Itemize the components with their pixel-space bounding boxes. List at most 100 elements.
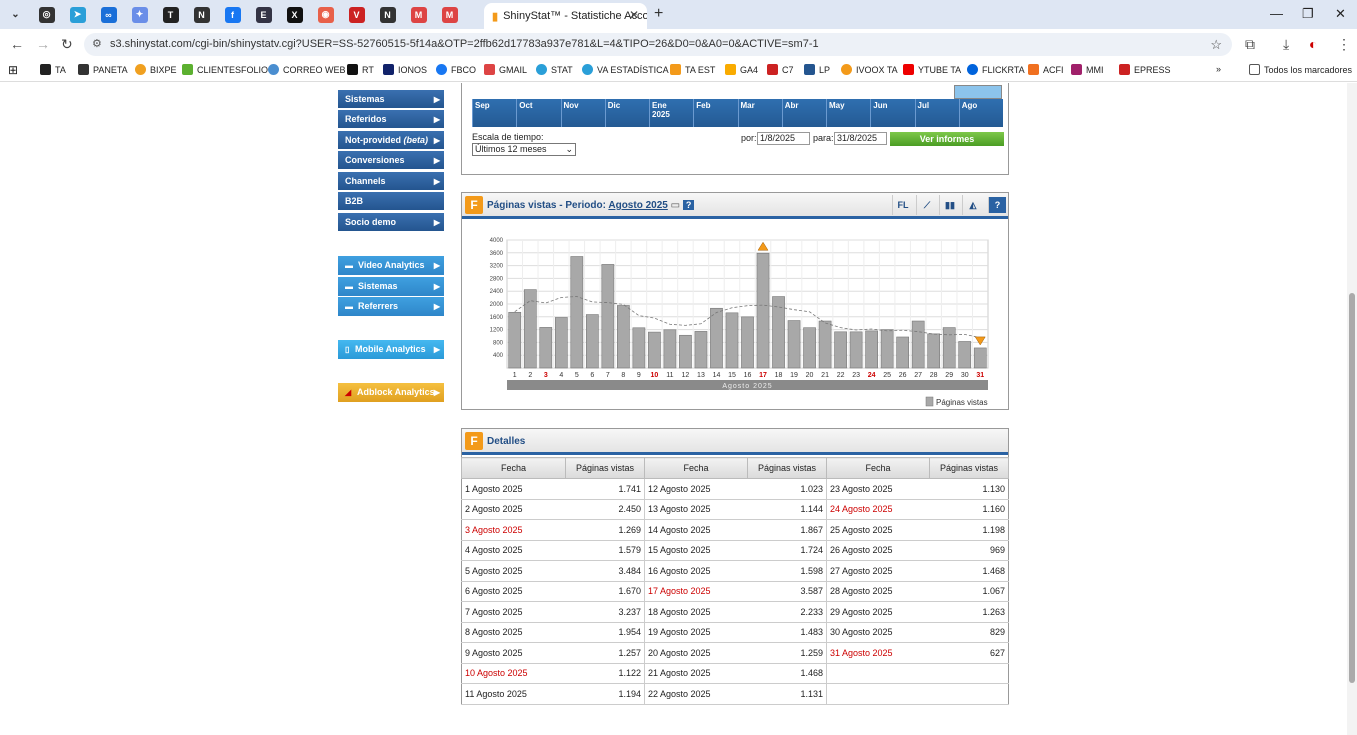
date-to-input[interactable]: 31/8/2025 (834, 132, 887, 145)
scale-select[interactable]: Últimos 12 meses ⌄ (472, 143, 576, 156)
sidebar-item-conversiones[interactable]: Conversiones ▶ (338, 151, 444, 170)
month-abr[interactable]: Abr (781, 99, 826, 127)
more-bookmarks-icon[interactable]: » (1216, 64, 1221, 74)
tab-favicon-telegram[interactable]: ➤ (62, 0, 93, 29)
sidebar-item-video-analytics[interactable]: ▬ Video Analytics ▶ (338, 256, 444, 275)
bookmark-correo-web[interactable]: CORREO WEB (268, 64, 346, 75)
page-scrollbar[interactable] (1347, 83, 1357, 735)
bookmark-acfi[interactable]: ACFI (1028, 64, 1064, 75)
menu-icon[interactable]: ⋮ (1337, 36, 1351, 53)
tab-favicon-1[interactable]: ◎ (31, 0, 62, 29)
bookmark-ga4[interactable]: GA4 (725, 64, 758, 75)
profile-icon[interactable]: ◐ (1309, 36, 1317, 52)
tab-favicon-10[interactable]: ◉ (310, 0, 341, 29)
bookmark-va-estadistica[interactable]: VA ESTADÍSTICA (582, 64, 669, 75)
tab-favicon-gmail-2[interactable]: M (434, 0, 465, 29)
calendar-icon[interactable]: ▭ (671, 200, 680, 211)
extensions-icon[interactable]: ⧉ (1245, 36, 1255, 53)
month-dic[interactable]: Dic (604, 99, 649, 127)
new-tab-icon[interactable]: + (654, 5, 663, 23)
period-link[interactable]: Agosto 2025 (608, 200, 667, 211)
bookmark-rt[interactable]: RT (347, 64, 374, 75)
sidebar-item-referidos[interactable]: Referidos ▶ (338, 110, 444, 129)
download-icon[interactable]: ⤓ (1283, 36, 1289, 53)
area-chart-icon[interactable]: ◭ (962, 195, 983, 215)
bookmark-mmi[interactable]: MMI (1071, 64, 1104, 75)
help-icon[interactable]: ? (682, 200, 695, 210)
month-ene[interactable]: Ene 2025 (649, 99, 693, 127)
sidebar-item-b2b[interactable]: B2B (338, 192, 444, 211)
close-window-icon[interactable]: ✕ (1335, 6, 1346, 22)
minimize-icon[interactable]: — (1270, 6, 1283, 21)
bookmark-ionos[interactable]: IONOS (383, 64, 427, 75)
month-ago[interactable]: Ago (958, 99, 1003, 127)
bookmark-ta-est[interactable]: TA EST (670, 64, 715, 75)
tab-favicon-11[interactable]: V (341, 0, 372, 29)
month-jul[interactable]: Jul (914, 99, 959, 127)
date-cell: 13 Agosto 2025 (644, 499, 748, 520)
month-sep[interactable]: Sep (472, 99, 516, 127)
bookmark-stat[interactable]: STAT (536, 64, 573, 75)
date-cell: 4 Agosto 2025 (461, 540, 566, 561)
bookmark-flickrta[interactable]: FLICKRTA (967, 64, 1025, 75)
all-bookmarks[interactable]: Todos los marcadores (1249, 64, 1352, 75)
close-tab-icon[interactable]: ✕ (629, 8, 639, 22)
tab-favicon-3[interactable]: ∞ (93, 0, 124, 29)
x-tick-label: 26 (899, 372, 907, 379)
tab-favicon-gemini[interactable]: ✦ (124, 0, 155, 29)
date-cell: 22 Agosto 2025 (644, 683, 748, 705)
bookmark-c7[interactable]: C7 (767, 64, 794, 75)
sidebar-item-video-sistemas[interactable]: ▬ Sistemas ▶ (338, 277, 444, 296)
tab-favicon-gmail[interactable]: M (403, 0, 434, 29)
tab-favicon-12[interactable]: N (372, 0, 403, 29)
url-bar[interactable]: ⚙ s3.shinystat.com/cgi-bin/shinystatv.cg… (84, 33, 1232, 56)
month-nov[interactable]: Nov (560, 99, 605, 127)
fl-button[interactable]: FL (892, 195, 913, 215)
month-feb[interactable]: Feb (693, 99, 737, 127)
sidebar-item-adblock-analytics[interactable]: ◢ Adblock Analytics ▶ (338, 383, 444, 402)
bookmark-clientesfolio[interactable]: CLIENTESFOLIO (182, 64, 268, 75)
active-tab[interactable]: ▮ ShinyStat™ - Statistiche Account ✕ (484, 3, 647, 29)
forward-icon[interactable]: → (36, 36, 50, 52)
line-chart-icon[interactable]: ⟋ (916, 195, 937, 215)
bookmark-ivoox-ta[interactable]: IVOOX TA (841, 64, 898, 75)
tab-search-button[interactable]: ⌄ (0, 0, 31, 29)
month-may[interactable]: May (826, 99, 870, 127)
x-tick-label: 12 (682, 372, 690, 379)
apps-icon[interactable]: ⊞ (8, 63, 18, 77)
bookmark-fbco[interactable]: FBCO (436, 64, 476, 75)
sidebar-item-socio-demo[interactable]: Socio demo ▶ (338, 213, 444, 232)
sidebar-item-sistemas[interactable]: Sistemas ▶ (338, 90, 444, 109)
back-icon[interactable]: ← (10, 36, 24, 52)
x-tick-label: 31 (976, 372, 984, 379)
month-oct[interactable]: Oct (516, 99, 560, 127)
ver-informes-button[interactable]: Ver informes (890, 132, 1004, 146)
bookmark-ta[interactable]: TA (40, 64, 66, 75)
bookmark-bixpe[interactable]: BIXPE (135, 64, 177, 75)
bookmark-epress[interactable]: EPRESS (1119, 64, 1171, 75)
scrollbar-thumb[interactable] (1349, 293, 1355, 683)
sidebar-item-video-referrers[interactable]: ▬ Referrers ▶ (338, 297, 444, 316)
tab-favicon-5[interactable]: T (155, 0, 186, 29)
bookmark-gmail[interactable]: GMAIL (484, 64, 527, 75)
timeline-months[interactable]: Sep Oct Nov Dic Ene 2025 Feb Mar Abr May … (472, 99, 1003, 127)
tab-favicon-8[interactable]: E (248, 0, 279, 29)
sidebar-item-channels[interactable]: Channels ▶ (338, 172, 444, 191)
tab-favicon-6[interactable]: N (186, 0, 217, 29)
month-jun[interactable]: Jun (870, 99, 914, 127)
bar-chart-icon[interactable]: ▮▮ (939, 195, 960, 215)
bookmark-lp[interactable]: LP (804, 64, 830, 75)
month-mar[interactable]: Mar (737, 99, 782, 127)
sidebar-item-mobile-analytics[interactable]: ▯ Mobile Analytics ▶ (338, 340, 444, 359)
bookmark-star-icon[interactable]: ☆ (1210, 33, 1222, 56)
site-info-icon[interactable]: ⚙ (92, 33, 102, 56)
reload-icon[interactable]: ↻ (61, 36, 73, 53)
bookmark-ytube-ta[interactable]: YTUBE TA (903, 64, 961, 75)
restore-icon[interactable]: ❐ (1302, 6, 1314, 22)
date-from-input[interactable]: 1/8/2025 (757, 132, 810, 145)
chart-help-icon[interactable]: ? (988, 197, 1006, 213)
sidebar-item-not-provided[interactable]: Not-provided (beta) ▶ (338, 131, 444, 150)
tab-favicon-facebook[interactable]: f (217, 0, 248, 29)
tab-favicon-x[interactable]: X (279, 0, 310, 29)
bookmark-paneta[interactable]: PANETA (78, 64, 128, 75)
